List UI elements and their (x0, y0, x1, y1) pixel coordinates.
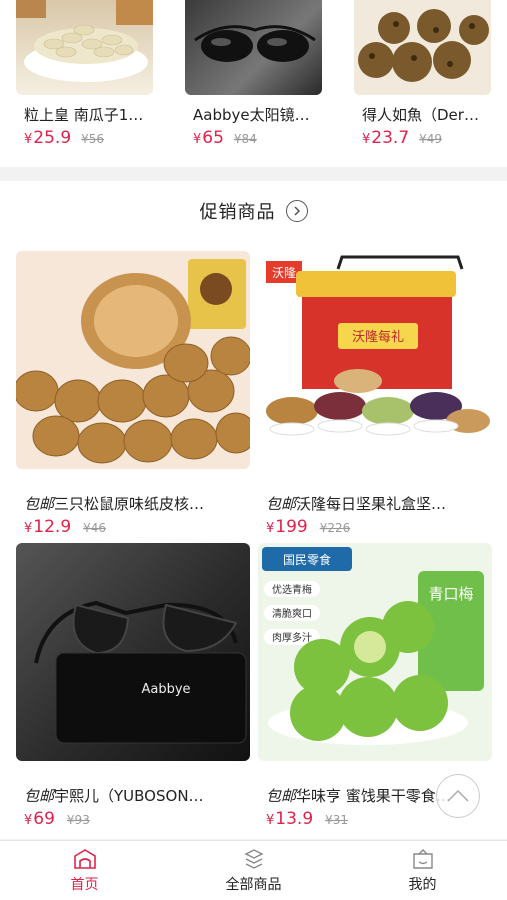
product-image: Aabbye (16, 543, 250, 761)
tab-label: 首页 (70, 876, 99, 893)
product-price-row: ¥23.7 ¥49 (362, 128, 442, 148)
product-old-price: ¥31 (325, 813, 349, 827)
product-old-price: ¥56 (81, 132, 105, 146)
product-image: 国民零食 优选青梅 清脆爽口 肉厚多汁 青口梅 (258, 543, 492, 761)
all-products-icon (243, 848, 264, 869)
brand-logo-text: 国民零食 (283, 552, 331, 567)
product-price-row: ¥25.9 ¥56 (24, 128, 104, 148)
product-title: Aabbye太阳镜… (193, 106, 310, 124)
product-title: 粒上皇 南瓜子1… (24, 106, 144, 124)
product-old-price: ¥226 (319, 521, 351, 535)
product-price-row: ¥199 ¥226 (266, 517, 350, 537)
tab-profile[interactable]: 我的 (338, 841, 507, 900)
product-price-row: ¥12.9 ¥46 (24, 517, 106, 537)
product-title: 得人如魚（Der… (362, 106, 479, 124)
tab-all-products[interactable]: 全部商品 (169, 841, 338, 900)
promo-section-header[interactable]: 促销商品 (0, 181, 507, 241)
product-old-price: ¥93 (66, 813, 90, 827)
profile-icon (412, 848, 433, 869)
plum-pack-label: 青口梅 (428, 585, 473, 603)
product-price: ¥25.9 (24, 128, 72, 148)
product-old-price: ¥46 (83, 521, 107, 535)
product-card-candy[interactable]: 得人如魚（Der… ¥23.7 ¥49 (338, 0, 507, 167)
product-price: ¥23.7 (362, 128, 410, 148)
svg-text:优选青梅: 优选青梅 (272, 583, 312, 596)
product-image (354, 0, 491, 95)
gift-box-label: 沃隆每礼 (352, 329, 404, 345)
bottom-tab-bar: 首页 全部商品 我的 (0, 840, 507, 900)
tab-label: 我的 (408, 876, 437, 893)
product-price: ¥65 (193, 128, 224, 148)
product-price: ¥199 (266, 517, 308, 537)
product-price-row: ¥13.9 ¥31 (266, 809, 348, 829)
product-old-price: ¥84 (233, 132, 257, 146)
tab-home[interactable]: 首页 (0, 841, 169, 900)
brand-logo-text: 沃隆 (272, 265, 296, 280)
product-price-row: ¥65 ¥84 (193, 128, 257, 148)
home-icon (73, 848, 96, 869)
product-image (16, 251, 250, 469)
product-image (16, 0, 153, 95)
product-card-sunglasses[interactable]: Aabbye太阳镜… ¥65 ¥84 (169, 0, 338, 167)
product-price: ¥13.9 (266, 809, 314, 829)
product-title: 包邮三只松鼠原味纸皮核… (24, 495, 205, 513)
product-price: ¥69 (24, 809, 55, 829)
chevron-up-icon (447, 789, 469, 802)
promo-title: 促销商品 (199, 202, 276, 223)
scroll-to-top-button[interactable] (436, 774, 480, 818)
product-price: ¥12.9 (24, 517, 72, 537)
svg-text:清脆爽口: 清脆爽口 (272, 607, 312, 620)
product-image: 沃隆 沃隆每礼 (258, 251, 492, 469)
top-product-row: 粒上皇 南瓜子1… ¥25.9 ¥56 Aabbye太阳镜… ¥65 ¥84 得… (0, 0, 507, 167)
svg-text:肉厚多汁: 肉厚多汁 (272, 631, 312, 644)
product-image (185, 0, 322, 95)
brand-logo-text: Aabbye (141, 682, 190, 697)
product-grid: 包邮三只松鼠原味纸皮核… ¥12.9 ¥46 沃隆 沃隆每礼 包邮沃隆每日坚果礼… (0, 241, 507, 839)
product-old-price: ¥49 (419, 132, 443, 146)
product-title: 包邮宇熙儿（YUBOSON… (24, 787, 204, 805)
product-card-pumpkin-seeds[interactable]: 粒上皇 南瓜子1… ¥25.9 ¥56 (0, 0, 169, 167)
chevron-right-icon (285, 200, 308, 222)
product-price-row: ¥69 ¥93 (24, 809, 90, 829)
tab-label: 全部商品 (225, 876, 282, 893)
product-title: 包邮沃隆每日坚果礼盒坚… (266, 495, 447, 513)
